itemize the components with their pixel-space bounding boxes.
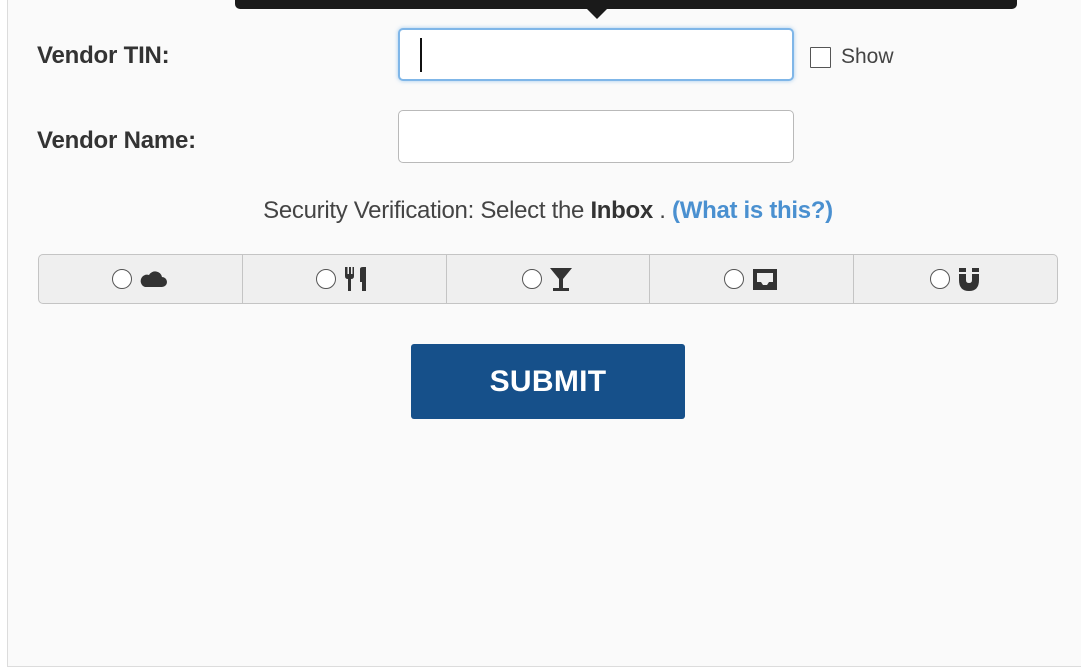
tooltip-arrow bbox=[587, 9, 607, 19]
security-icon-options bbox=[38, 254, 1058, 304]
radio-button[interactable] bbox=[521, 269, 542, 289]
utensils-icon bbox=[342, 265, 372, 293]
cloud-icon bbox=[138, 269, 168, 289]
radio-button[interactable] bbox=[112, 269, 133, 289]
magnet-icon bbox=[956, 265, 982, 293]
verification-suffix: . bbox=[652, 197, 673, 224]
radio-button[interactable] bbox=[316, 269, 337, 289]
show-label: Show bbox=[841, 45, 894, 68]
tooltip-bar bbox=[235, 0, 1017, 9]
vendor-name-label: Vendor Name: bbox=[37, 127, 196, 154]
submit-button[interactable]: SUBMIT bbox=[411, 344, 685, 419]
filter-icon bbox=[548, 265, 574, 293]
radio-button[interactable] bbox=[723, 269, 744, 289]
option-inbox[interactable] bbox=[650, 255, 855, 303]
verification-prefix: Security Verification: Select the bbox=[263, 197, 591, 224]
vendor-name-input[interactable] bbox=[398, 110, 794, 163]
vendor-tin-label: Vendor TIN: bbox=[37, 42, 170, 69]
vendor-tin-input[interactable] bbox=[398, 28, 794, 81]
option-filter[interactable] bbox=[447, 255, 651, 303]
option-utensils[interactable] bbox=[243, 255, 447, 303]
show-toggle[interactable]: Show bbox=[810, 45, 894, 69]
option-magnet[interactable] bbox=[854, 255, 1057, 303]
radio-button[interactable] bbox=[929, 269, 950, 289]
form-panel bbox=[7, 0, 1081, 667]
verification-target: Inbox bbox=[590, 197, 653, 224]
option-cloud[interactable] bbox=[39, 255, 243, 303]
inbox-icon bbox=[750, 265, 780, 293]
show-checkbox[interactable] bbox=[810, 46, 831, 68]
what-is-this-link[interactable]: (What is this?) bbox=[672, 197, 833, 224]
security-verification-prompt: Security Verification: Select the Inbox … bbox=[0, 197, 1081, 225]
text-caret bbox=[420, 38, 422, 72]
